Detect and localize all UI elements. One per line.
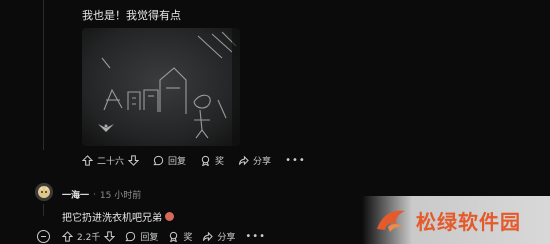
share-button[interactable]: 分享	[238, 154, 271, 167]
timestamp: 15 小时前	[99, 191, 142, 201]
parent-comment-text: 我也是！我觉得有点	[82, 9, 181, 22]
reply-comment-text: 把它扔进洗衣机吧兄弟	[62, 213, 162, 224]
reply-meta: 一海一 · 15 小时前	[62, 188, 142, 202]
watermark-text: 松绿软件园	[416, 209, 521, 234]
award-icon	[200, 155, 211, 166]
award-label: 奖	[215, 157, 225, 167]
meta-separator: ·	[93, 189, 96, 200]
share-icon	[238, 155, 249, 166]
reply-comment-text-row: 把它扔进洗衣机吧兄弟	[62, 209, 174, 224]
reply-reply-button[interactable]: 回复	[125, 230, 158, 243]
reply-reply-label: 回复	[140, 233, 159, 243]
award-button[interactable]: 奖	[200, 154, 224, 167]
emoji-icon	[165, 212, 174, 221]
upvote-icon[interactable]	[82, 155, 93, 166]
reply-award-button[interactable]: 奖	[168, 230, 192, 243]
author-name[interactable]: 一海一	[62, 188, 89, 201]
thread-line	[43, 0, 44, 150]
reply-label: 回复	[168, 157, 187, 167]
reply-thread-line	[43, 204, 44, 216]
comment-image[interactable]	[82, 28, 240, 146]
reply-share-button[interactable]: 分享	[202, 230, 235, 243]
comment-icon	[125, 231, 136, 242]
share-label: 分享	[253, 157, 272, 167]
reply-award-label: 奖	[183, 233, 193, 243]
chalk-drawing-image	[82, 28, 240, 146]
comment-icon	[153, 155, 164, 166]
vote-count: 二十六	[97, 157, 125, 167]
upvote-icon[interactable]	[62, 231, 73, 242]
reply-action-bar: 2.2千 回复 奖 分享 •••	[62, 230, 266, 243]
watermark-logo-icon	[377, 210, 405, 232]
downvote-icon[interactable]	[104, 231, 116, 242]
award-icon	[168, 231, 179, 242]
watermark: 松绿软件园	[362, 196, 550, 244]
reply-button[interactable]: 回复	[153, 154, 186, 167]
reply-vote-count: 2.2千	[77, 233, 101, 243]
vote-group: 二十六	[82, 154, 140, 167]
reply-share-label: 分享	[217, 233, 236, 243]
avatar[interactable]	[35, 183, 53, 201]
more-icon[interactable]: •••	[285, 155, 306, 166]
parent-action-bar: 二十六 回复 奖 分享 •••	[82, 154, 306, 167]
reply-vote-group: 2.2千	[62, 230, 116, 243]
downvote-icon[interactable]	[128, 155, 140, 166]
collapse-icon[interactable]	[37, 230, 50, 243]
more-icon[interactable]: •••	[245, 231, 266, 242]
share-icon	[202, 231, 214, 242]
